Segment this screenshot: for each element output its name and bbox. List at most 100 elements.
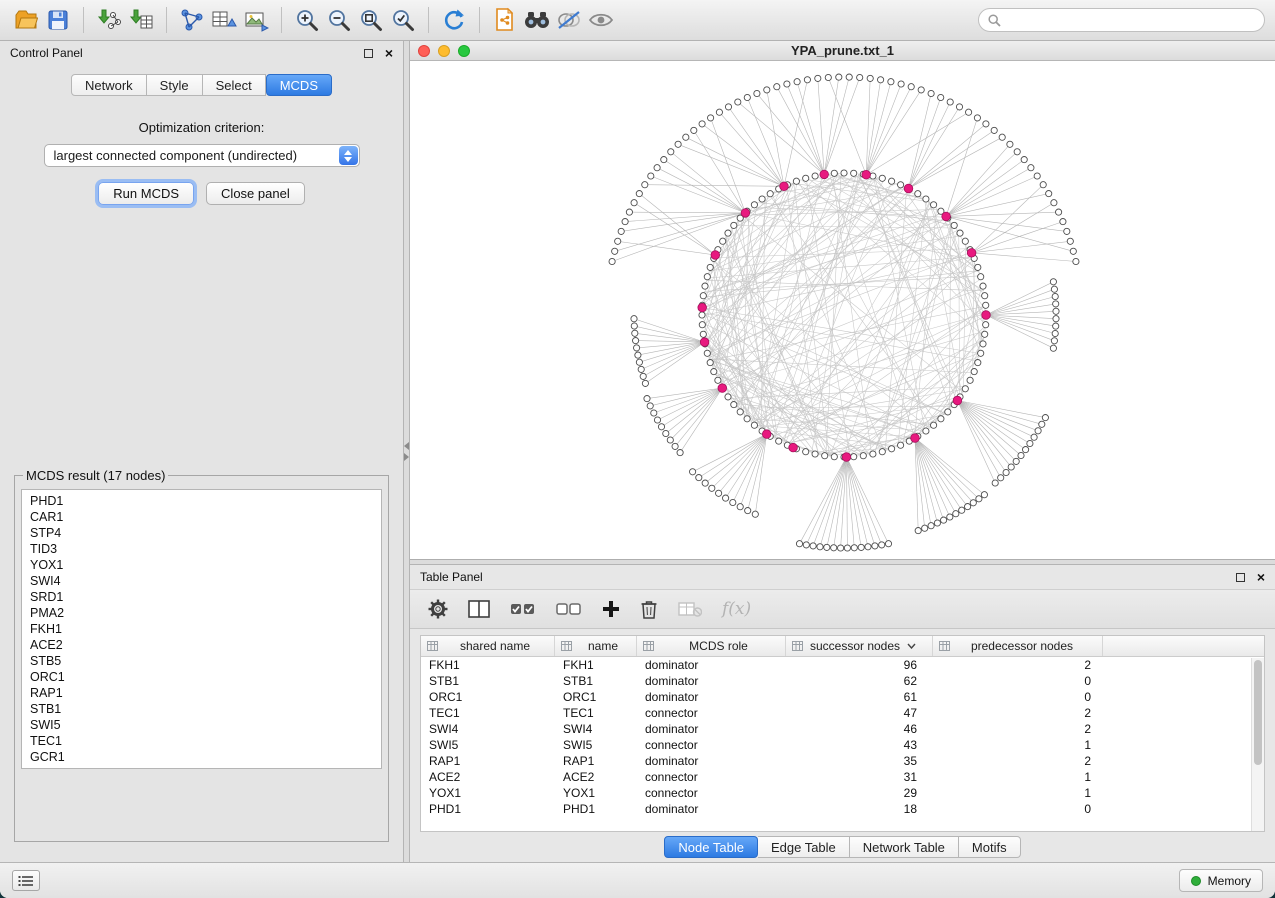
network-title: YPA_prune.txt_1: [410, 43, 1275, 58]
tab-network[interactable]: Network: [71, 74, 147, 96]
table-row[interactable]: TEC1TEC1connector472: [421, 705, 1264, 721]
hide-selected-button[interactable]: [553, 5, 585, 35]
table-row[interactable]: RAP1RAP1dominator352: [421, 753, 1264, 769]
run-mcds-button[interactable]: Run MCDS: [98, 182, 194, 205]
hide-selected-icon: [556, 9, 582, 31]
tab-motifs[interactable]: Motifs: [959, 836, 1021, 858]
mcds-result-item[interactable]: ACE2: [22, 637, 381, 653]
select-all-icon[interactable]: [510, 601, 536, 617]
close-window-icon[interactable]: [418, 45, 430, 57]
table-row[interactable]: STB1STB1dominator620: [421, 673, 1264, 689]
mcds-result-item[interactable]: TEC1: [22, 733, 381, 749]
column-header-predecessor-nodes[interactable]: predecessor nodes: [933, 636, 1103, 656]
import-table-button[interactable]: [125, 5, 157, 35]
show-all-button[interactable]: [585, 5, 617, 35]
collapse-left-icon[interactable]: [404, 442, 409, 450]
float-panel-icon[interactable]: [364, 49, 373, 58]
mcds-result-item[interactable]: RAP1: [22, 685, 381, 701]
close-panel-button[interactable]: Close panel: [206, 182, 305, 205]
mcds-result-item[interactable]: FKH1: [22, 621, 381, 637]
mcds-result-item[interactable]: PHD1: [22, 493, 381, 509]
table-row[interactable]: ORC1ORC1dominator610: [421, 689, 1264, 705]
memory-button[interactable]: Memory: [1179, 869, 1263, 892]
vertical-splitter[interactable]: [403, 41, 410, 862]
mcds-result-item[interactable]: GCR1: [22, 749, 381, 765]
table-row[interactable]: SWI5SWI5connector431: [421, 737, 1264, 753]
mcds-result-item[interactable]: STB5: [22, 653, 381, 669]
tab-edge-table[interactable]: Edge Table: [758, 836, 850, 858]
mcds-result-item[interactable]: PMA2: [22, 605, 381, 621]
criterion-dropdown[interactable]: largest connected component (undirected): [44, 144, 360, 167]
import-network-button[interactable]: [93, 5, 125, 35]
tab-network-table[interactable]: Network Table: [850, 836, 959, 858]
table-header-row: shared namenameMCDS rolesuccessor nodesp…: [421, 636, 1264, 657]
show-panels-button[interactable]: [12, 870, 40, 891]
close-panel-icon[interactable]: ×: [385, 46, 393, 60]
table-row[interactable]: YOX1YOX1connector291: [421, 785, 1264, 801]
add-column-icon[interactable]: [602, 600, 620, 618]
table-row[interactable]: FKH1FKH1dominator962: [421, 657, 1264, 673]
search-box[interactable]: [978, 8, 1265, 32]
column-header-successor-nodes[interactable]: successor nodes: [786, 636, 933, 656]
network-canvas[interactable]: [410, 61, 1275, 559]
float-table-panel-icon[interactable]: [1236, 573, 1245, 582]
refresh-button[interactable]: [438, 5, 470, 35]
table-row[interactable]: ACE2ACE2connector311: [421, 769, 1264, 785]
table-cell: SWI4: [555, 722, 637, 736]
minimize-window-icon[interactable]: [438, 45, 450, 57]
import-table-icon: [128, 8, 154, 32]
new-network-button[interactable]: [176, 5, 208, 35]
open-button[interactable]: [10, 5, 42, 35]
mcds-result-item[interactable]: STB1: [22, 701, 381, 717]
network-graph[interactable]: [410, 61, 1275, 559]
toolbar-separator: [281, 7, 282, 33]
search-input[interactable]: [1006, 13, 1255, 27]
tab-style[interactable]: Style: [147, 74, 203, 96]
zoom-out-button[interactable]: [323, 5, 355, 35]
deselect-all-icon[interactable]: [556, 601, 582, 617]
maximize-window-icon[interactable]: [458, 45, 470, 57]
copy-network-button[interactable]: [489, 5, 521, 35]
table-scrollbar[interactable]: [1251, 658, 1264, 831]
zoom-in-button[interactable]: [291, 5, 323, 35]
mcds-result-item[interactable]: SWI4: [22, 573, 381, 589]
mcds-result-item[interactable]: SWI5: [22, 717, 381, 733]
mcds-result-item[interactable]: YOX1: [22, 557, 381, 573]
mcds-result-item[interactable]: CAR1: [22, 509, 381, 525]
column-header-name[interactable]: name: [555, 636, 637, 656]
show-columns-icon[interactable]: [468, 600, 490, 618]
table-cell: dominator: [637, 674, 786, 688]
tab-mcds[interactable]: MCDS: [266, 74, 332, 96]
tab-select[interactable]: Select: [203, 74, 266, 96]
table-cell: 35: [786, 754, 933, 768]
table-settings-gear-icon[interactable]: [428, 599, 448, 619]
save-button[interactable]: [42, 5, 74, 35]
table-cell: dominator: [637, 802, 786, 816]
export-image-button[interactable]: [240, 5, 272, 35]
zoom-fit-button[interactable]: [355, 5, 387, 35]
expand-right-icon[interactable]: [404, 453, 409, 461]
table-cell: 0: [933, 674, 1103, 688]
find-neighbors-button[interactable]: [521, 5, 553, 35]
close-table-panel-icon[interactable]: ×: [1257, 570, 1265, 584]
scrollbar-thumb[interactable]: [1254, 660, 1262, 765]
mcds-result-item[interactable]: STP4: [22, 525, 381, 541]
table-row[interactable]: PHD1PHD1dominator180: [421, 801, 1264, 817]
column-type-icon: [561, 641, 572, 651]
network-window-titlebar[interactable]: YPA_prune.txt_1: [410, 41, 1275, 61]
table-cell: ORC1: [421, 690, 555, 704]
table-panel-header: Table Panel ×: [410, 565, 1275, 589]
column-header-mcds-role[interactable]: MCDS role: [637, 636, 786, 656]
mcds-result-item[interactable]: SRD1: [22, 589, 381, 605]
delete-column-trash-icon[interactable]: [640, 599, 658, 619]
zoom-selected-button[interactable]: [387, 5, 419, 35]
mcds-result-list[interactable]: PHD1CAR1STP4TID3YOX1SWI4SRD1PMA2FKH1ACE2…: [21, 489, 382, 769]
table-cell: 61: [786, 690, 933, 704]
table-tabs: Node TableEdge TableNetwork TableMotifs: [664, 836, 1020, 858]
column-header-shared-name[interactable]: shared name: [421, 636, 555, 656]
tab-node-table[interactable]: Node Table: [664, 836, 758, 858]
network-from-table-button[interactable]: [208, 5, 240, 35]
table-row[interactable]: SWI4SWI4dominator462: [421, 721, 1264, 737]
mcds-result-item[interactable]: ORC1: [22, 669, 381, 685]
mcds-result-item[interactable]: TID3: [22, 541, 381, 557]
